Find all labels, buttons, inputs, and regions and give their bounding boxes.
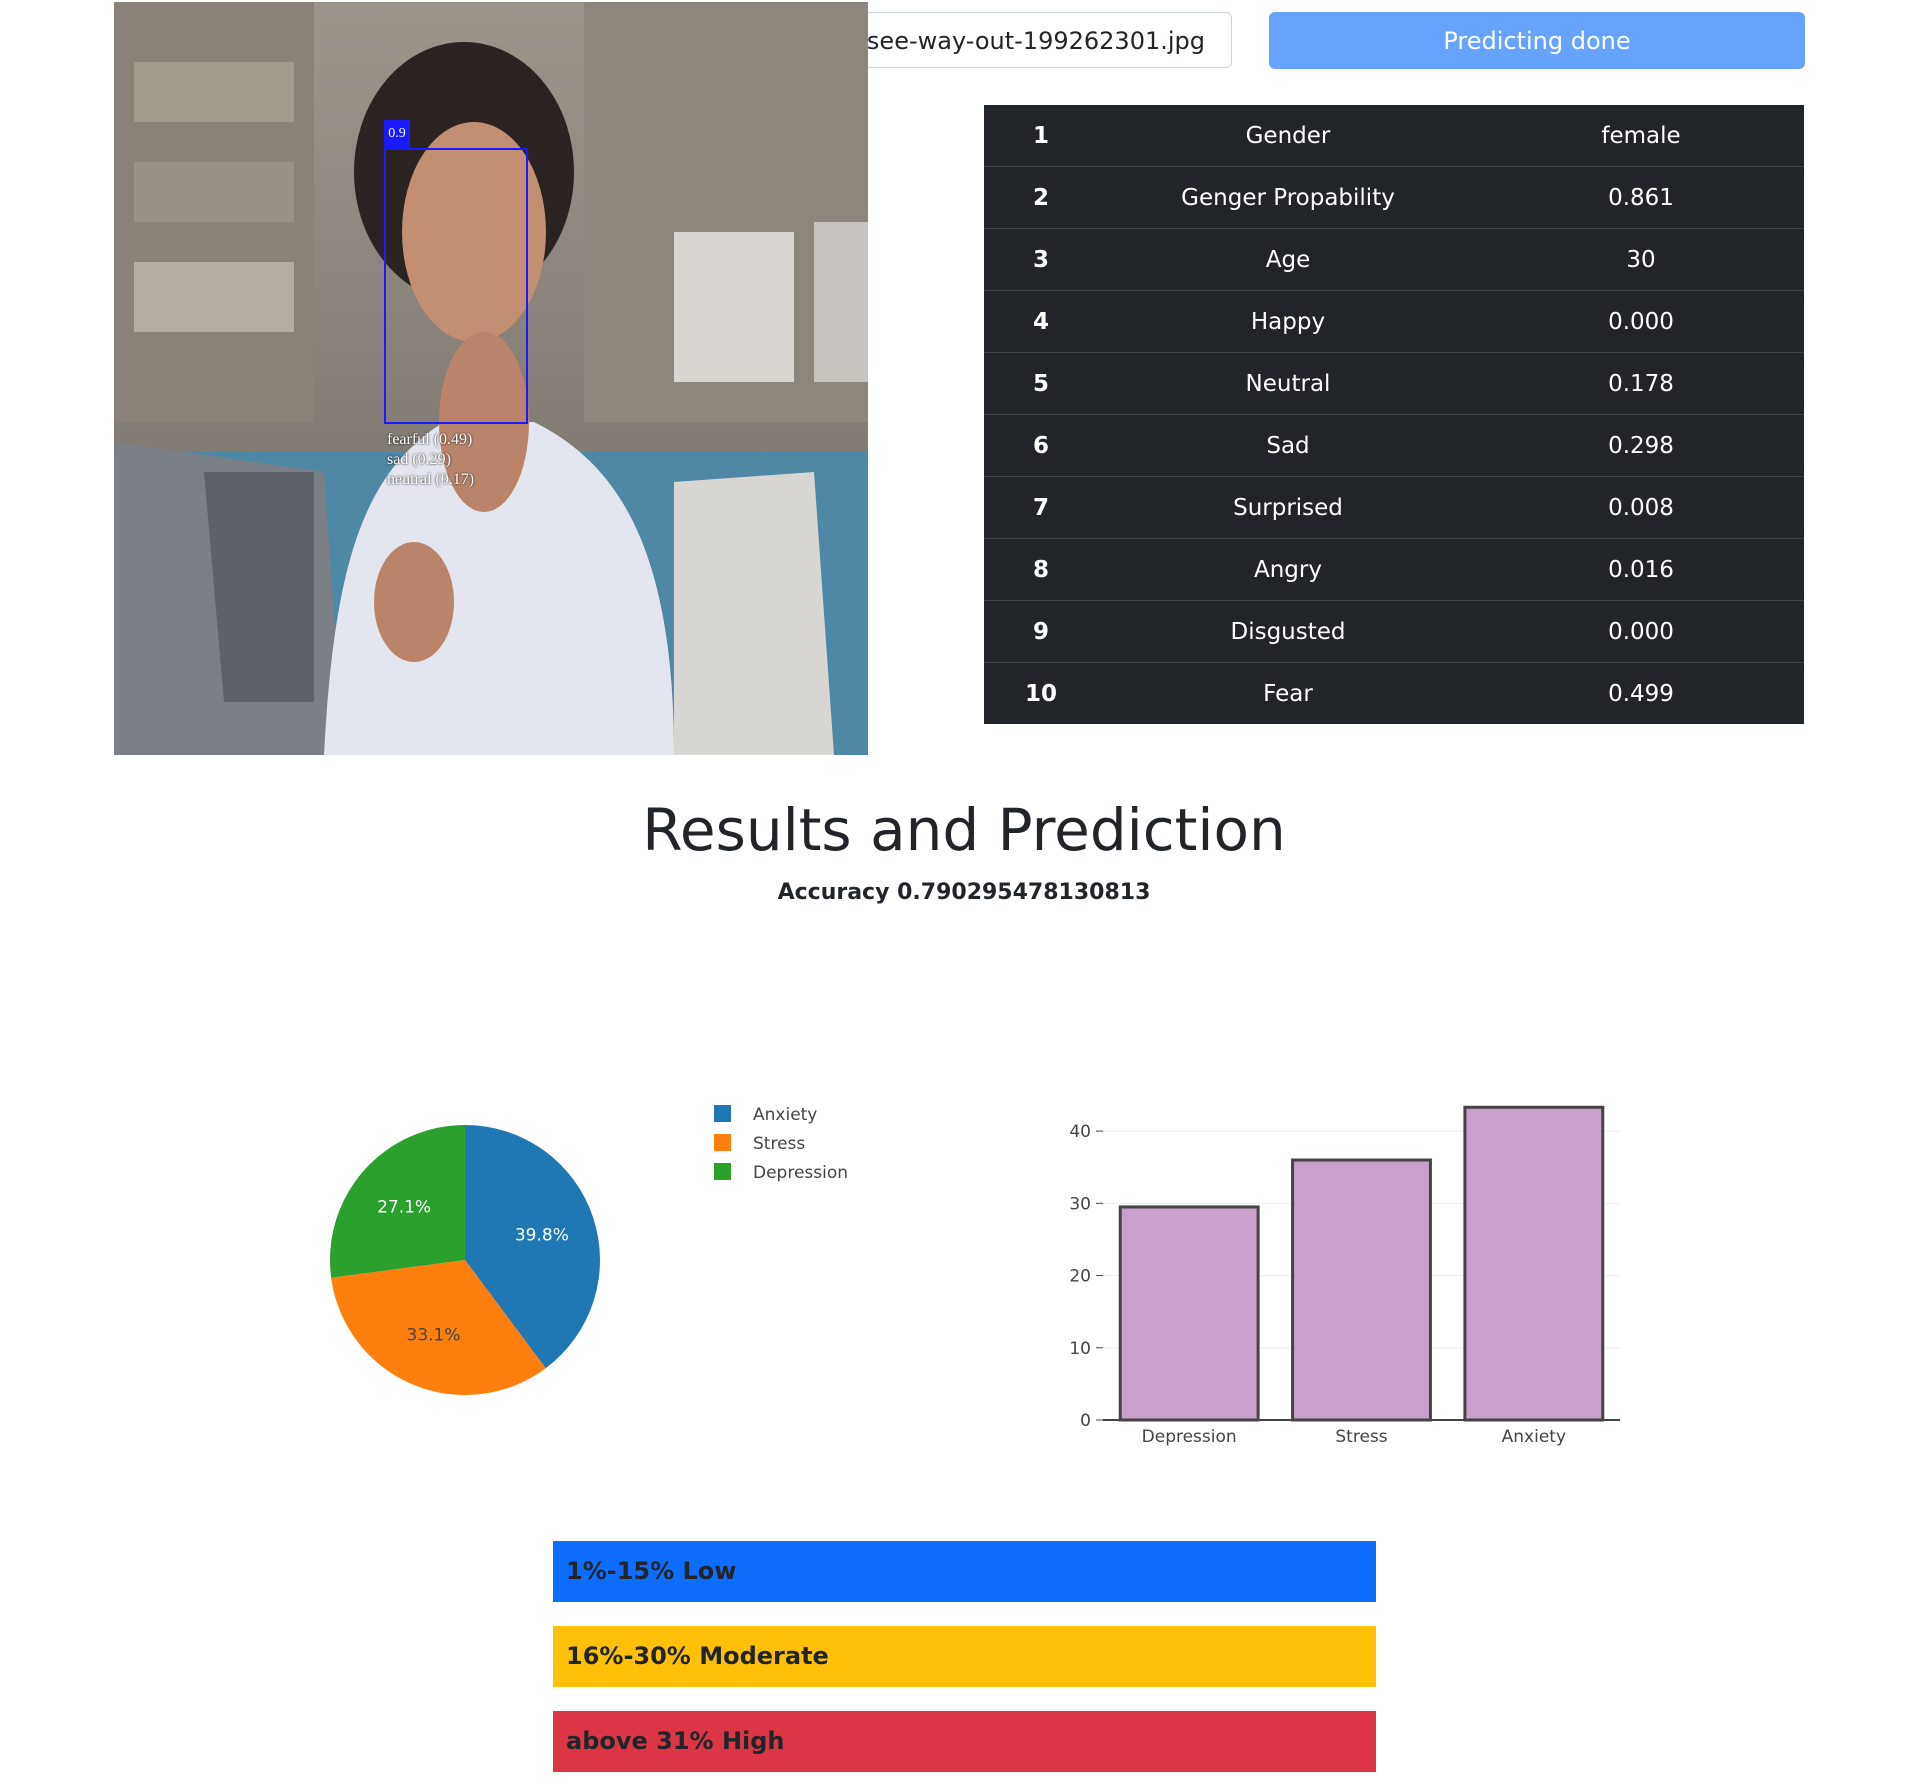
row-index: 3 — [984, 228, 1098, 291]
file-input[interactable]: not-see-way-out-199262301.jpg — [868, 12, 1232, 68]
x-tick-label: Depression — [1142, 1427, 1237, 1447]
y-tick-label: 0 — [1080, 1411, 1091, 1431]
row-value: 0.298 — [1478, 414, 1804, 477]
table-row: 10 Fear 0.499 — [984, 663, 1804, 725]
y-tick-label: 40 — [1069, 1122, 1091, 1142]
legend-swatch — [714, 1163, 731, 1180]
y-tick-label: 30 — [1069, 1194, 1091, 1214]
row-key: Disgusted — [1098, 600, 1478, 663]
row-value: 0.499 — [1608, 680, 1674, 707]
bar-chart: 0 10 20 30 40 Depression Stress Anxiety — [1069, 1105, 1620, 1447]
row-index: 8 — [984, 538, 1098, 601]
uploaded-photo: 0.9 fearful (0.49) sad (0.29) neutral (0… — [114, 2, 868, 755]
row-key: Gender — [1098, 105, 1478, 167]
row-key: Genger Propability — [1098, 166, 1478, 229]
table-row: 3 Age 30 — [984, 228, 1804, 291]
detection-score: 0.9 — [384, 120, 410, 148]
level-high: above 31% High — [553, 1711, 1376, 1772]
legend-label[interactable]: Depression — [753, 1163, 848, 1183]
detection-labels: fearful (0.49) sad (0.29) neutral (0.17) — [387, 430, 474, 490]
row-index: 2 — [984, 166, 1098, 229]
level-low: 1%-15% Low — [553, 1541, 1376, 1602]
table-row: 4 Happy 0.000 — [984, 290, 1804, 353]
y-tick-label: 10 — [1069, 1339, 1091, 1359]
row-value: 0.000 — [1478, 600, 1804, 663]
row-value: 0.016 — [1478, 538, 1804, 601]
row-value: 0.861 — [1478, 166, 1804, 229]
row-index: 7 — [984, 476, 1098, 539]
legend-label[interactable]: Anxiety — [753, 1105, 817, 1125]
legend-swatch — [714, 1134, 731, 1151]
row-key: Sad — [1098, 414, 1478, 477]
row-key: Happy — [1098, 290, 1478, 353]
x-tick-label: Anxiety — [1502, 1427, 1566, 1447]
row-value: 30 — [1478, 228, 1804, 291]
pie-value-label: 39.8% — [515, 1225, 569, 1245]
row-key: Age — [1098, 228, 1478, 291]
row-index: 6 — [984, 414, 1098, 477]
row-index: 5 — [984, 352, 1098, 415]
table-row: 8 Angry 0.016 — [984, 538, 1804, 601]
row-key: Surprised — [1098, 476, 1478, 539]
row-index: 1 — [984, 105, 1098, 167]
table-row: 5 Neutral 0.178 — [984, 352, 1804, 415]
accuracy-text: Accuracy 0.790295478130813 — [777, 880, 1151, 905]
level-moderate: 16%-30% Moderate — [553, 1626, 1376, 1687]
row-value: 0.008 — [1478, 476, 1804, 539]
row-index: 10 — [1024, 680, 1057, 707]
table-row: 6 Sad 0.298 — [984, 414, 1804, 477]
table-row: 2 Genger Propability 0.861 — [984, 166, 1804, 229]
row-key: Angry — [1098, 538, 1478, 601]
pie-value-label: 27.1% — [377, 1198, 431, 1218]
pie-chart: 39.8% 33.1% 27.1% Anxiety Stress Depression — [330, 1105, 848, 1395]
predict-button[interactable]: Predicting done — [1269, 12, 1805, 69]
row-value: 0.000 — [1478, 290, 1804, 353]
table-row: 7 Surprised 0.008 — [984, 476, 1804, 539]
row-value: 0.178 — [1478, 352, 1804, 415]
table-row: 9 Disgusted 0.000 — [984, 600, 1804, 663]
face-detection-box — [384, 148, 528, 424]
row-key: Fear — [1263, 680, 1313, 707]
bar-anxiety — [1463, 1105, 1605, 1422]
y-tick-label: 20 — [1069, 1267, 1091, 1287]
row-index: 9 — [984, 600, 1098, 663]
row-index: 4 — [984, 290, 1098, 353]
x-tick-label: Stress — [1335, 1427, 1387, 1447]
legend-swatch — [714, 1105, 731, 1122]
detection-label: sad (0.29) — [387, 451, 451, 468]
row-value: female — [1478, 105, 1804, 167]
page-title: Results and Prediction — [642, 796, 1286, 864]
bar-depression — [1118, 1205, 1260, 1422]
detection-label: fearful (0.49) — [387, 431, 473, 448]
legend-label[interactable]: Stress — [753, 1134, 805, 1154]
row-key: Neutral — [1098, 352, 1478, 415]
pie-value-label: 33.1% — [407, 1326, 461, 1346]
bar-stress — [1291, 1158, 1432, 1422]
file-name: not-see-way-out-199262301.jpg — [868, 27, 1205, 55]
table-row: 1 Gender female — [984, 105, 1804, 167]
detection-label: neutral (0.17) — [387, 471, 475, 488]
results-table: 1 Gender female 2 Genger Propability 0.861 3 Ag… — [984, 105, 1804, 724]
